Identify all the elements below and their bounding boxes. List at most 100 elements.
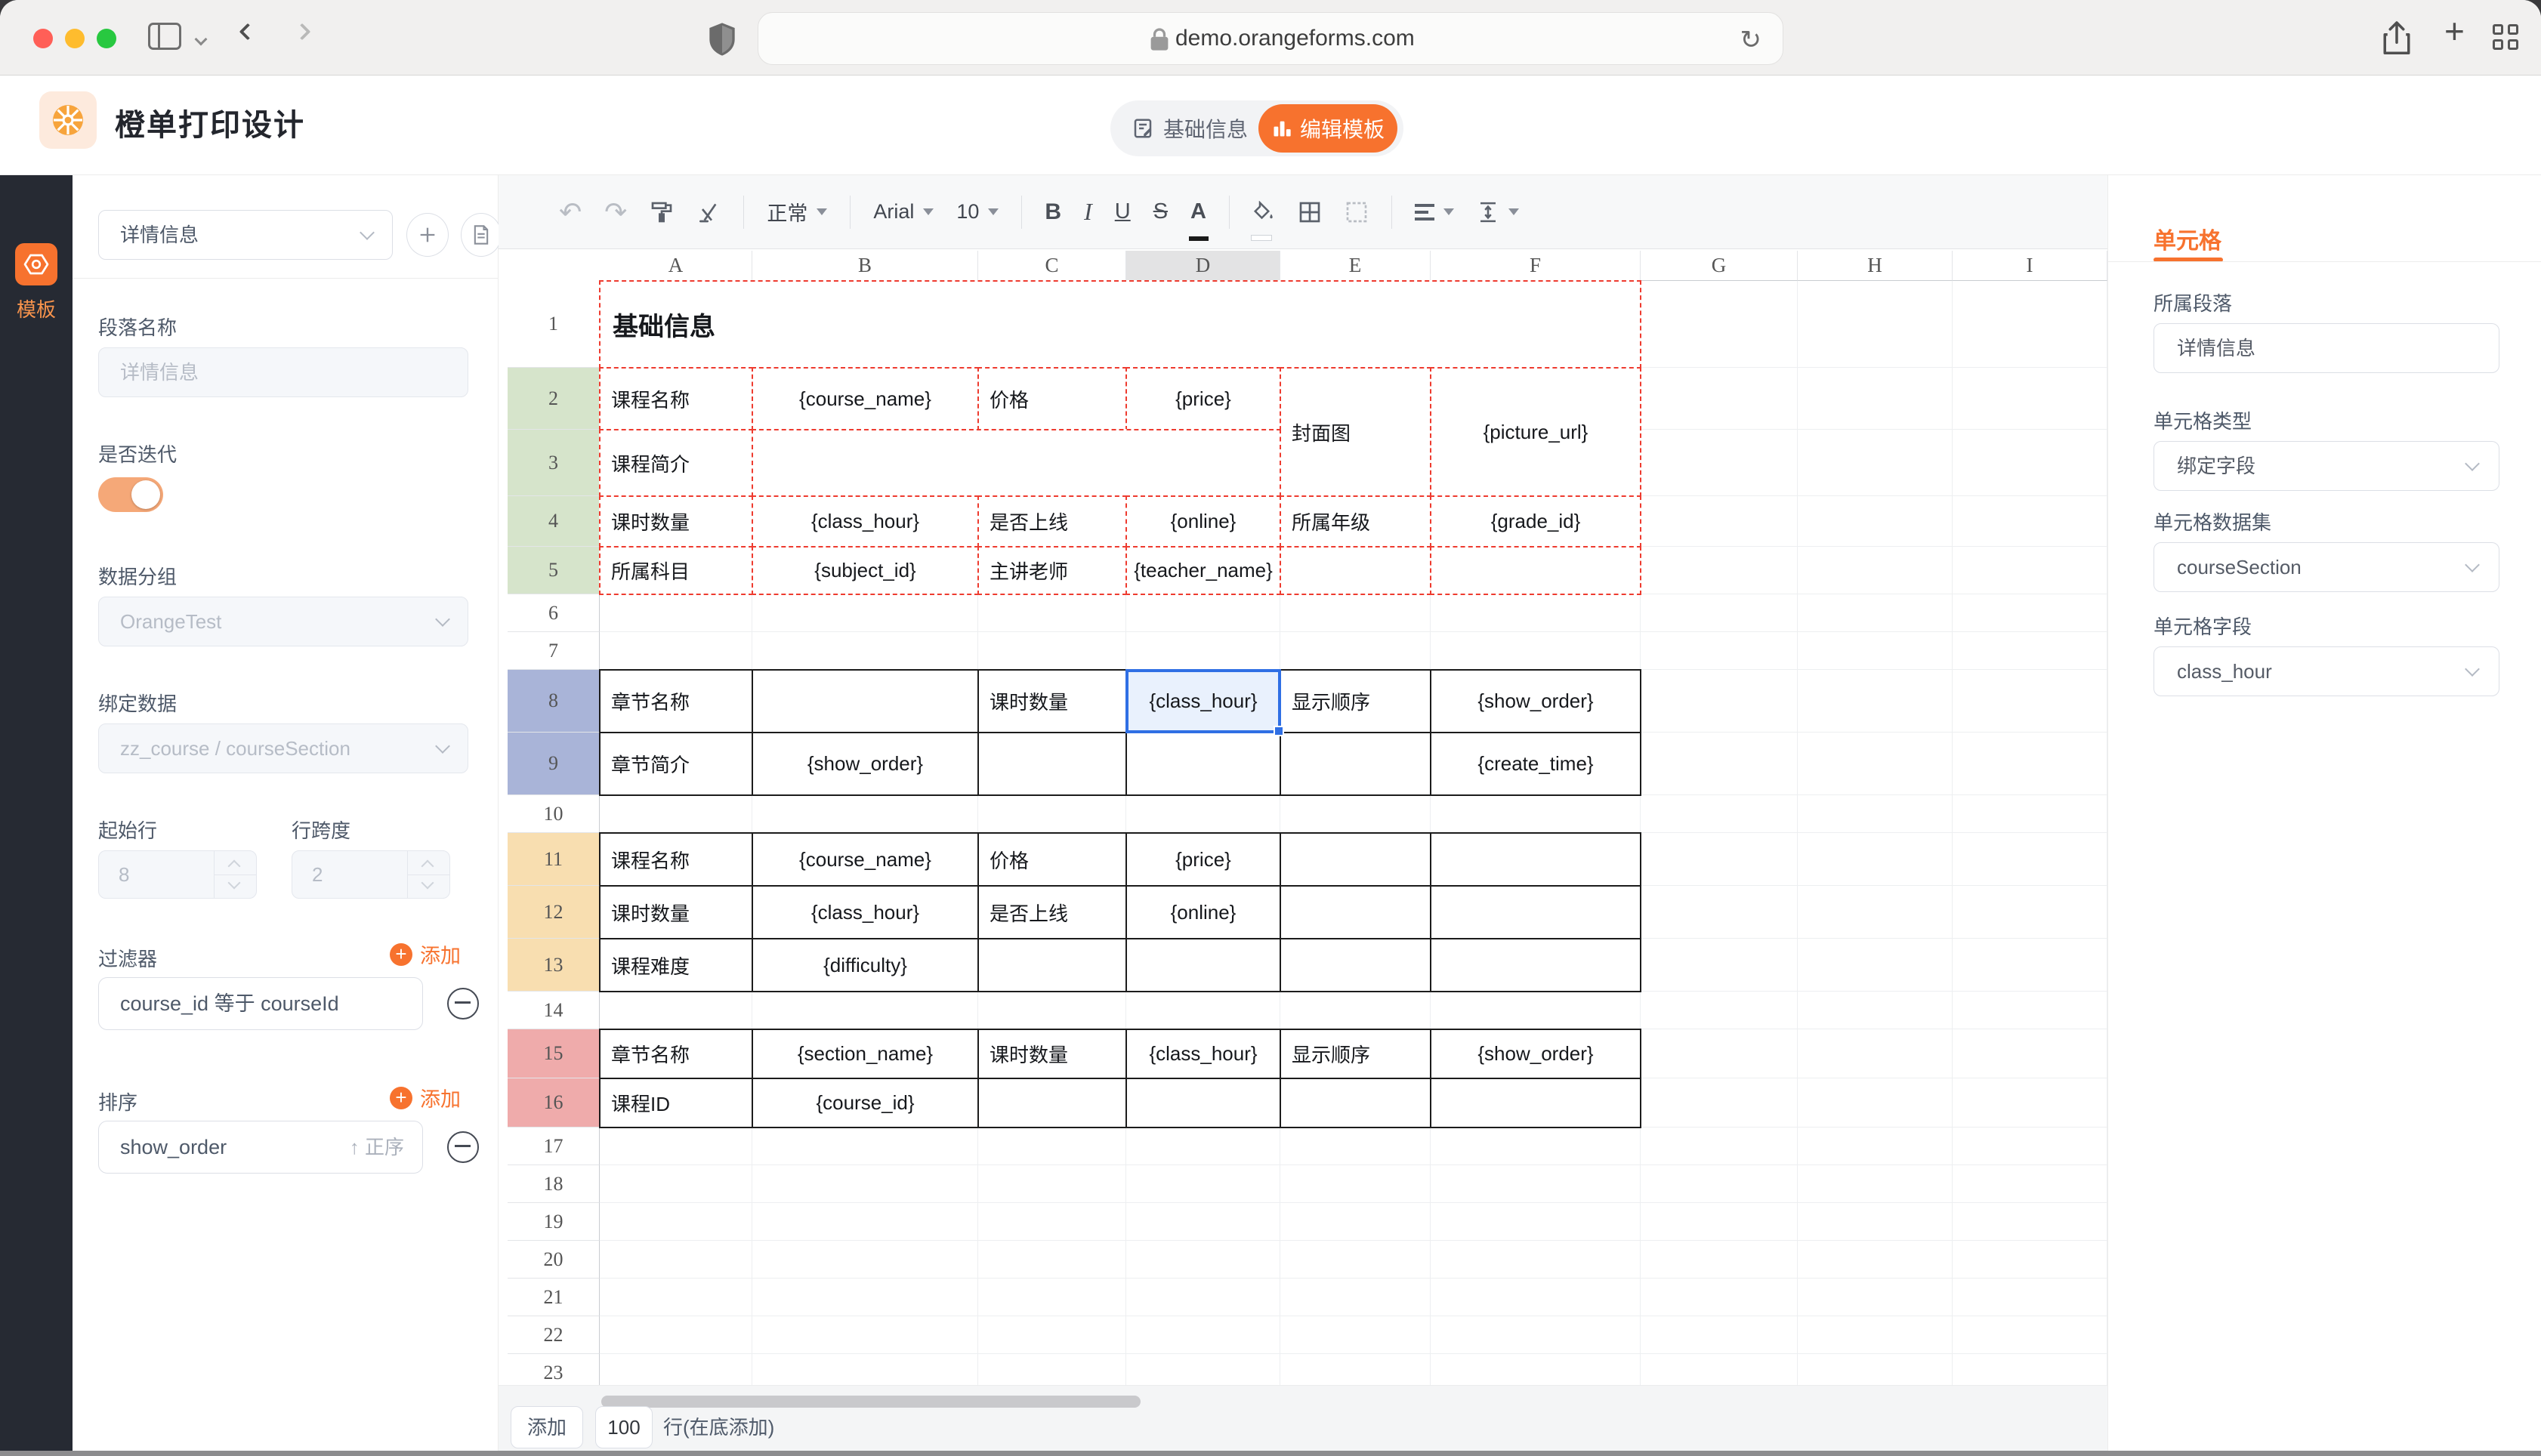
column-header-D[interactable]: D — [1126, 251, 1280, 281]
cell-E11[interactable] — [1280, 832, 1431, 887]
grid-cell[interactable] — [752, 594, 978, 632]
cell-C8[interactable]: 课时数量 — [977, 669, 1127, 733]
cell-A5[interactable]: 所属科目 — [599, 546, 753, 595]
grid-cell[interactable] — [1798, 1241, 1953, 1279]
refresh-icon[interactable]: ↻ — [1740, 25, 1762, 55]
grid-cell[interactable] — [1641, 1316, 1798, 1354]
share-icon[interactable] — [2381, 20, 2413, 57]
grid-cell[interactable] — [1641, 1165, 1798, 1203]
cell-C4[interactable]: 是否上线 — [977, 495, 1127, 548]
grid-cell[interactable] — [1641, 1078, 1798, 1127]
grid-cell[interactable] — [1280, 1279, 1431, 1316]
grid-cell[interactable] — [1641, 430, 1798, 496]
grid-cell[interactable] — [1431, 1316, 1641, 1354]
grid-cell[interactable] — [1431, 1165, 1641, 1203]
cell-D5[interactable]: {teacher_name} — [1125, 546, 1281, 595]
grid-cell[interactable] — [752, 992, 978, 1029]
cell-C5[interactable]: 主讲老师 — [977, 546, 1127, 595]
grid-cell[interactable] — [1280, 795, 1431, 833]
cell-B13[interactable]: {difficulty} — [752, 938, 979, 992]
stepper-buttons[interactable] — [407, 851, 449, 898]
grid-cell[interactable] — [752, 1241, 978, 1279]
cell-A1[interactable]: 基础信息 — [599, 280, 1641, 369]
column-header-I[interactable]: I — [1953, 251, 2107, 281]
grid-cell[interactable] — [1798, 733, 1953, 795]
grid-cell[interactable] — [1641, 670, 1798, 733]
grid-cell[interactable] — [752, 1127, 978, 1165]
add-filter-button[interactable]: + 添加 — [390, 939, 461, 969]
grid-cell[interactable] — [1798, 1165, 1953, 1203]
grid-cell[interactable] — [1798, 1127, 1953, 1165]
grid-cell[interactable] — [1953, 670, 2107, 733]
grid-cell[interactable] — [1641, 733, 1798, 795]
grid-cell[interactable] — [1280, 1316, 1431, 1354]
grid-cell[interactable] — [1641, 1203, 1798, 1241]
grid-cell[interactable] — [978, 594, 1126, 632]
grid-cell[interactable] — [600, 1279, 752, 1316]
data-group-select[interactable]: OrangeTest — [98, 597, 468, 646]
grid-cell[interactable] — [1953, 1029, 2107, 1078]
copy-section-button[interactable] — [461, 213, 502, 257]
grid-cell[interactable] — [978, 1241, 1126, 1279]
grid-cell[interactable] — [600, 1316, 752, 1354]
grid-cell[interactable] — [978, 992, 1126, 1029]
italic-button[interactable]: I — [1084, 190, 1092, 235]
grid-cell[interactable] — [1798, 833, 1953, 886]
cell-B5[interactable]: {subject_id} — [752, 546, 979, 595]
tab-overview-icon[interactable] — [2493, 24, 2518, 50]
forward-icon[interactable] — [294, 23, 311, 41]
grid-cell[interactable] — [1431, 1279, 1641, 1316]
grid-cell[interactable] — [600, 594, 752, 632]
grid-cell[interactable] — [1641, 939, 1798, 992]
grid-cell[interactable] — [1641, 795, 1798, 833]
row-header-14[interactable]: 14 — [508, 992, 600, 1029]
grid-cell[interactable] — [600, 992, 752, 1029]
format-painter-button[interactable] — [650, 190, 674, 235]
row-header-6[interactable]: 6 — [508, 594, 600, 632]
cell-A11[interactable]: 课程名称 — [599, 832, 753, 887]
cell-C13[interactable] — [977, 938, 1127, 992]
sort-item[interactable]: show_order ↑ 正序 — [98, 1121, 423, 1174]
cell-D12[interactable]: {online} — [1125, 885, 1281, 939]
grid-cell[interactable] — [1953, 1127, 2107, 1165]
grid-cell[interactable] — [1953, 547, 2107, 594]
grid-cell[interactable] — [1280, 1241, 1431, 1279]
cell-B8[interactable] — [752, 669, 979, 733]
new-tab-icon[interactable]: + — [2444, 11, 2465, 51]
cell-type-select[interactable]: 绑定字段 — [2154, 441, 2499, 491]
grid-cell[interactable] — [1126, 992, 1280, 1029]
bold-button[interactable]: B — [1045, 190, 1061, 235]
strikethrough-button[interactable]: S — [1153, 190, 1168, 235]
grid-cell[interactable] — [1641, 886, 1798, 939]
filter-item[interactable]: course_id 等于 courseId — [98, 977, 423, 1030]
row-header-17[interactable]: 17 — [508, 1127, 600, 1165]
cell-B3[interactable] — [752, 429, 1281, 497]
step-down-icon[interactable] — [228, 877, 241, 890]
grid-cell[interactable] — [1126, 632, 1280, 670]
cell-F2[interactable]: {picture_url} — [1430, 367, 1641, 497]
grid-cell[interactable] — [752, 1203, 978, 1241]
fill-color-button[interactable] — [1252, 190, 1275, 235]
grid-cell[interactable] — [1798, 1203, 1953, 1241]
url-bar[interactable]: demo.orangeforms.com ↻ — [758, 12, 1783, 65]
cell-A9[interactable]: 章节简介 — [599, 732, 753, 796]
grid-cell[interactable] — [1641, 547, 1798, 594]
zoom-window-button[interactable] — [97, 29, 116, 48]
row-header-13[interactable]: 13 — [508, 939, 600, 992]
grid-cell[interactable] — [978, 795, 1126, 833]
grid-cell[interactable] — [1641, 281, 1798, 368]
grid-cell[interactable] — [1953, 833, 2107, 886]
cell-C11[interactable]: 价格 — [977, 832, 1127, 887]
grid-cell[interactable] — [1641, 496, 1798, 547]
grid-cell[interactable] — [978, 1316, 1126, 1354]
grid-cell[interactable] — [978, 632, 1126, 670]
grid-cell[interactable] — [1953, 594, 2107, 632]
grid-cell[interactable] — [1798, 1078, 1953, 1127]
cell-B16[interactable]: {course_id} — [752, 1078, 979, 1128]
grid-cell[interactable] — [1280, 1127, 1431, 1165]
cell-B15[interactable]: {section_name} — [752, 1029, 979, 1079]
cell-E12[interactable] — [1280, 885, 1431, 939]
grid-cell[interactable] — [1953, 1165, 2107, 1203]
grid-cell[interactable] — [1798, 992, 1953, 1029]
grid-cell[interactable] — [752, 1279, 978, 1316]
